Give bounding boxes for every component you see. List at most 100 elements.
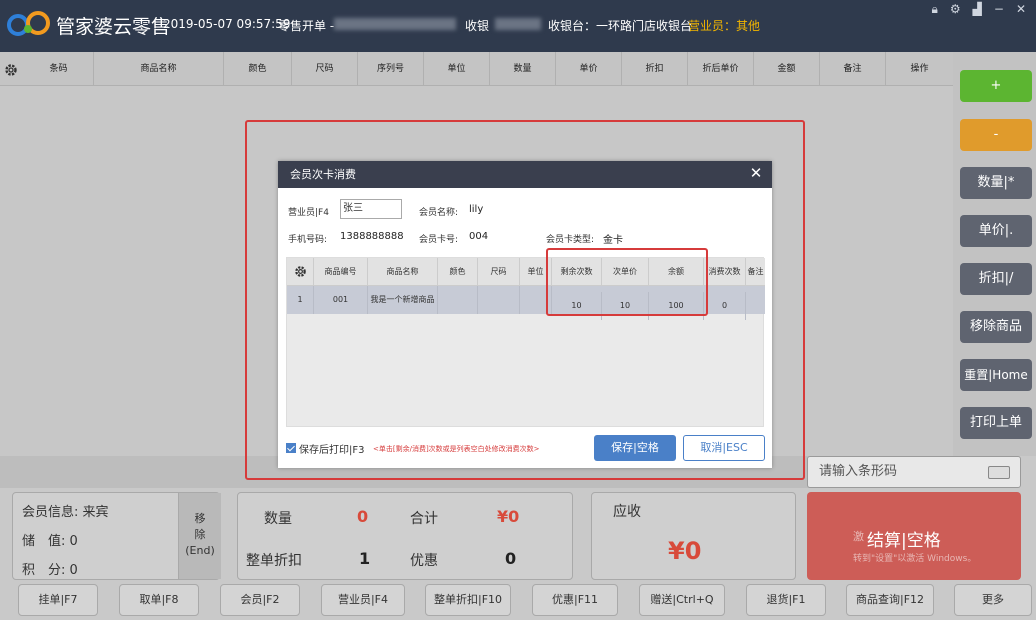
price-button[interactable]: 单价|. [960, 215, 1032, 247]
minus-button[interactable]: - [960, 119, 1032, 151]
promo-label: 优惠 [410, 553, 438, 569]
card-type-value: 金卡 [603, 235, 623, 246]
cell-size [478, 286, 520, 314]
cell-name: 我是一个新增商品 [368, 286, 438, 314]
datetime: 2019-05-07 09:57:59 [163, 17, 291, 31]
receivable-label: 应收 [613, 504, 641, 520]
col-quantity: 数量 [490, 52, 556, 86]
col-barcode: 条码 [24, 52, 94, 86]
hold-order-button[interactable]: 挂单|F7 [18, 584, 98, 616]
cell-note [746, 286, 765, 314]
return-button[interactable]: 退货|F1 [746, 584, 826, 616]
phone-label: 手机号码: [288, 235, 328, 245]
cell-consume[interactable]: 0 [704, 292, 746, 320]
col-serial: 序列号 [358, 52, 424, 86]
member-name-label: 会员名称: [419, 208, 459, 218]
checkout-button[interactable]: 激 结算|空格 转到"设置"以激活 Windows。 [807, 492, 1021, 580]
reset-button[interactable]: 重置|Home [960, 359, 1032, 391]
add-button[interactable]: + [960, 70, 1032, 102]
card-type-label: 会员卡类型: [546, 235, 595, 245]
summary-panel: 数量 0 合计 ¥0 整单折扣 1 优惠 0 [237, 492, 573, 580]
member-name-value: lily [469, 204, 484, 215]
gift-button[interactable]: 赠送|Ctrl+Q [639, 584, 725, 616]
cancel-button[interactable]: 取消|ESC [683, 435, 765, 461]
th-color: 颜色 [438, 258, 478, 286]
th-size: 尺码 [478, 258, 520, 286]
print-last-button[interactable]: 打印上单 [960, 407, 1032, 439]
print-after-save-label[interactable]: 保存后打印|F3 [299, 441, 364, 456]
retrieve-order-button[interactable]: 取单|F8 [119, 584, 199, 616]
member-panel: 会员信息: 来宾 储 值: 0 积 分: 0 移 除 (End) [12, 492, 221, 580]
total-label: 合计 [410, 511, 438, 527]
table-settings-cell[interactable] [287, 258, 314, 286]
salesman-button[interactable]: 营业员|F4 [321, 584, 405, 616]
col-color: 颜色 [224, 52, 292, 86]
remove-item-button[interactable]: 移除商品 [960, 311, 1032, 343]
qty-value: 0 [357, 507, 369, 526]
th-note: 备注 [747, 267, 764, 276]
cashier-label: 收银 [465, 19, 490, 33]
column-settings-icon[interactable] [4, 63, 18, 77]
discount-button[interactable]: 折扣|/ [960, 263, 1032, 295]
activation-watermark-detail: 转到"设置"以激活 Windows。 [853, 554, 977, 564]
table-settings-icon[interactable] [294, 265, 307, 278]
register-label: 收银台：一环路门店收银台 [548, 19, 693, 33]
card-no-value: 004 [469, 231, 489, 242]
remove-member-button[interactable]: 移 除 (End) [178, 493, 221, 579]
quantity-button[interactable]: 数量|* [960, 167, 1032, 199]
save-button[interactable]: 保存|空格 [594, 435, 676, 461]
col-discount: 折扣 [622, 52, 688, 86]
cell-color [438, 286, 478, 314]
shift-label: 零售开单 - [278, 19, 335, 33]
checkout-label: 结算|空格 [867, 531, 941, 551]
salesman-input[interactable]: 张三 [340, 199, 402, 219]
edit-hint: <单击[剩余/消费]次数或是列表空白处修改消费次数> [373, 445, 540, 453]
order-discount-button[interactable]: 整单折扣|F10 [425, 584, 511, 616]
activation-watermark: 激 [853, 530, 864, 543]
cell-code: 001 [314, 286, 368, 314]
settings-icon[interactable]: ⚙ [950, 2, 961, 16]
barcode-input[interactable]: 请输入条形码 [807, 456, 1021, 488]
close-icon[interactable]: ✕ [748, 165, 764, 181]
app-logo-icon [7, 11, 50, 36]
col-unit: 单位 [424, 52, 490, 86]
promo-value: 0 [505, 549, 517, 568]
dialog-title: 会员次卡消费 [278, 161, 772, 188]
col-action: 操作 [910, 64, 929, 74]
member-button[interactable]: 会员|F2 [220, 584, 300, 616]
minimize-icon[interactable]: − [994, 2, 1004, 16]
order-discount-value: 1 [359, 549, 371, 568]
print-after-save-checkbox[interactable] [286, 443, 296, 453]
card-no-label: 会员卡号: [419, 235, 459, 245]
signal-icon: ▟ [972, 2, 982, 16]
col-discounted-price: 折后单价 [688, 52, 754, 86]
phone-value: 1388888888 [340, 231, 404, 242]
cell-index: 1 [287, 286, 314, 314]
total-value: ¥0 [497, 507, 520, 526]
th-name: 商品名称 [368, 258, 438, 286]
th-consume: 消费次数 [704, 258, 746, 286]
right-button-column: + - 数量|* 单价|. 折扣|/ 移除商品 重置|Home 打印上单 [953, 52, 1036, 456]
salesman-field-label: 营业员|F4 [288, 208, 329, 218]
redacted-cashier [495, 18, 541, 30]
app-header: 管家婆云零售 2019-05-07 09:57:59 零售开单 - 收银 收银台… [0, 0, 1036, 52]
member-info: 会员信息: 来宾 [22, 505, 109, 520]
more-button[interactable]: 更多 [954, 584, 1032, 616]
col-amount: 金额 [754, 52, 820, 86]
col-note: 备注 [820, 52, 886, 86]
th-code: 商品编号 [314, 258, 368, 286]
col-product-name: 商品名称 [94, 52, 224, 86]
close-icon[interactable]: ✕ [1016, 2, 1026, 16]
order-discount-label: 整单折扣 [246, 553, 302, 569]
points-value: 积 分: 0 [22, 563, 78, 578]
receivable-value: ¥0 [668, 537, 702, 565]
highlight-frame [546, 248, 708, 316]
keyboard-icon[interactable] [988, 466, 1010, 479]
product-query-button[interactable]: 商品查询|F12 [846, 584, 934, 616]
qty-label: 数量 [264, 511, 292, 527]
promo-button[interactable]: 优惠|F11 [532, 584, 618, 616]
salesman-label: 营业员：其他 [688, 19, 761, 33]
sales-grid-header: 条码 商品名称 颜色 尺码 序列号 单位 数量 单价 折扣 折后单价 金额 备注… [0, 52, 953, 86]
lock-icon[interactable]: 🔒︎ [931, 2, 937, 16]
stored-value: 储 值: 0 [22, 534, 78, 549]
